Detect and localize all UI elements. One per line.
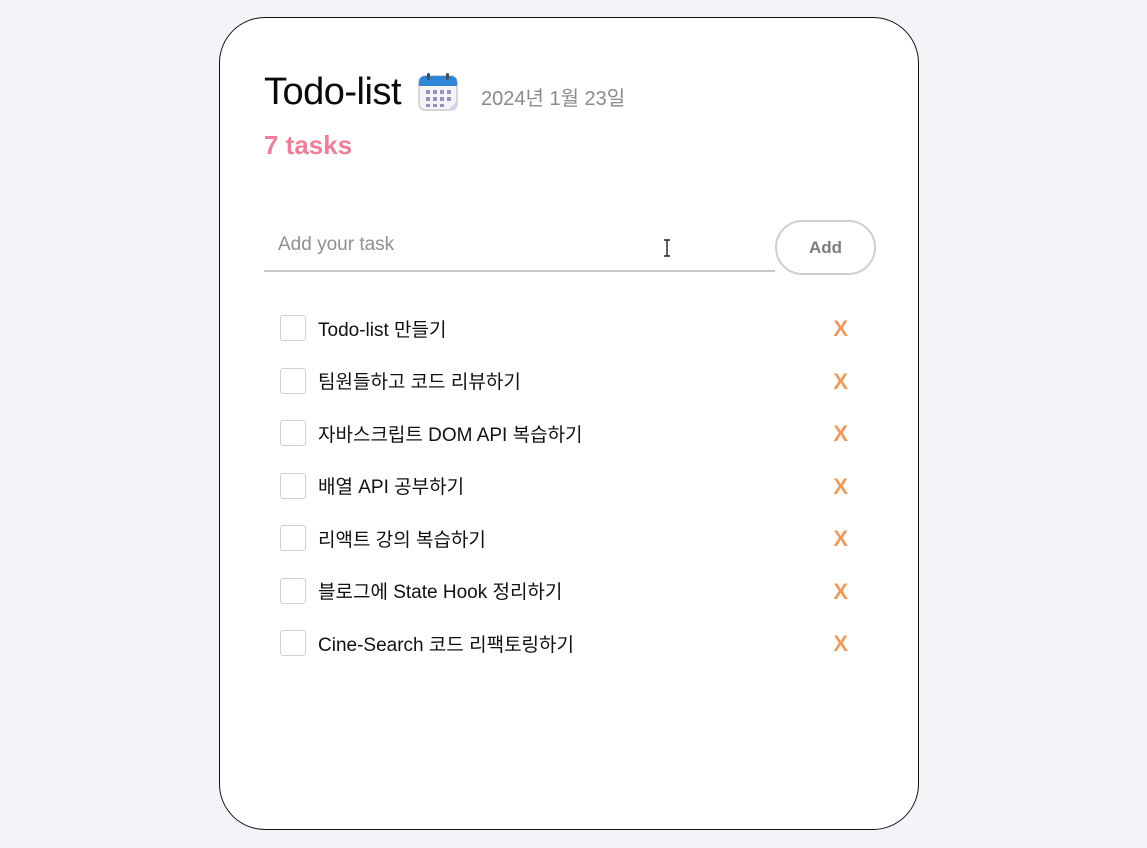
task-text: 자바스크립트 DOM API 복습하기	[318, 424, 583, 446]
task-input[interactable]	[264, 219, 775, 272]
task-text: 블로그에 State Hook 정리하기	[318, 582, 563, 604]
delete-task-button[interactable]: X	[833, 474, 848, 500]
task-item: Cine-Search 코드 리팩토링하기 X	[280, 617, 860, 670]
task-list: Todo-list 만들기 X 팀원들하고 코드 리뷰하기 X 자바스크립트 DOM A…	[280, 302, 860, 670]
task-text: 리액트 강의 복습하기	[318, 529, 486, 551]
task-item: 자바스크립트 DOM API 복습하기 X	[280, 407, 860, 460]
text-cursor-icon	[664, 239, 670, 257]
task-text: 배열 API 공부하기	[318, 477, 465, 499]
task-item: 블로그에 State Hook 정리하기 X	[280, 565, 860, 618]
task-checkbox[interactable]	[280, 472, 306, 499]
delete-task-button[interactable]: X	[833, 526, 848, 552]
header: Todo-list 2024년 1월 23일	[264, 70, 625, 114]
task-item: 리액트 강의 복습하기 X	[280, 512, 860, 565]
task-checkbox[interactable]	[280, 577, 306, 604]
current-date: 2024년 1월 23일	[481, 87, 626, 110]
add-button[interactable]: Add	[775, 220, 876, 275]
delete-task-button[interactable]: X	[833, 631, 848, 657]
task-item: Todo-list 만들기 X	[280, 302, 860, 355]
task-count: 7 tasks	[264, 130, 353, 160]
calendar-icon	[418, 73, 458, 111]
delete-task-button[interactable]: X	[833, 421, 848, 447]
todo-card: Todo-list 2024년 1월 23일 7 tasks Add Todo-…	[219, 17, 919, 830]
task-text: 팀원들하고 코드 리뷰하기	[318, 372, 521, 394]
task-checkbox[interactable]	[280, 525, 306, 552]
task-checkbox[interactable]	[280, 420, 306, 447]
add-task-form: Add	[264, 219, 877, 275]
task-checkbox[interactable]	[280, 367, 306, 394]
task-text: Cine-Search 코드 리팩토링하기	[318, 634, 575, 656]
task-checkbox[interactable]	[280, 630, 306, 657]
delete-task-button[interactable]: X	[833, 579, 848, 605]
page-title: Todo-list	[264, 71, 402, 113]
task-text: Todo-list 만들기	[318, 319, 447, 341]
task-item: 팀원들하고 코드 리뷰하기 X	[280, 355, 860, 408]
delete-task-button[interactable]: X	[833, 316, 848, 342]
task-checkbox[interactable]	[280, 315, 306, 342]
delete-task-button[interactable]: X	[833, 369, 848, 395]
task-item: 배열 API 공부하기 X	[280, 460, 860, 513]
